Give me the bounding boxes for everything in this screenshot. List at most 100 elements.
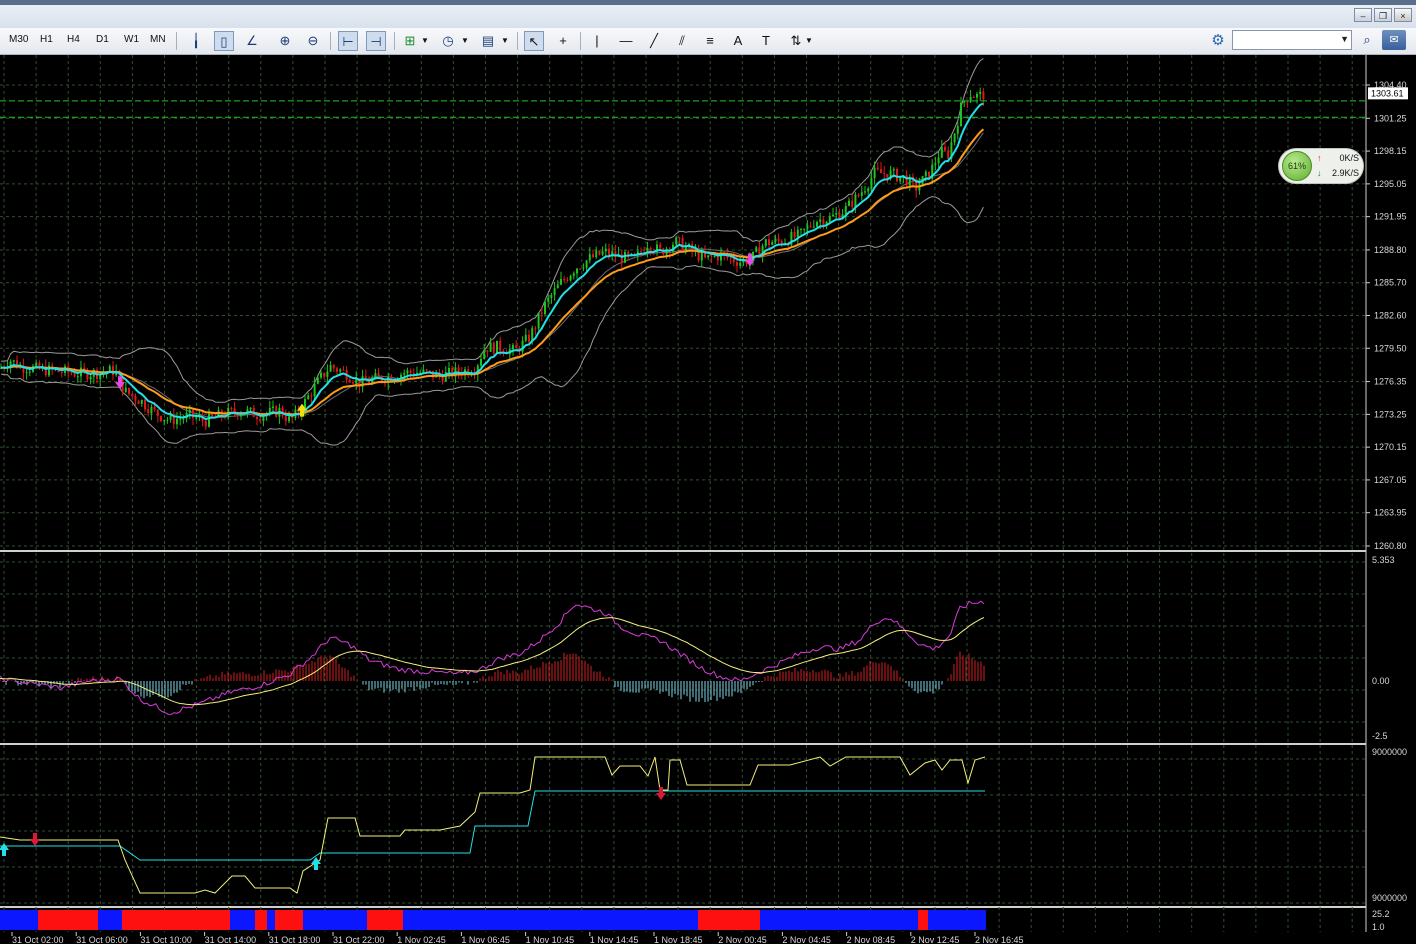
trendline-icon[interactable]: ╱ [644, 31, 664, 51]
candle-body [819, 219, 822, 222]
timeframe-mn[interactable]: MN [150, 34, 166, 45]
candle-body [588, 254, 591, 261]
zoom-out-icon[interactable]: ⊖ [303, 31, 323, 51]
candle-body [675, 237, 678, 245]
chevron-down-icon[interactable]: ▼ [804, 31, 814, 51]
chart-toolbar: M30 H1 H4 D1 W1 MN ╽ ▯ ∠ ⊕ ⊖ ⊢ ⊣ ⊞ ◷ ▤ ↖… [0, 28, 1416, 55]
crosshair-icon[interactable]: + [553, 31, 573, 51]
candle-body [880, 169, 882, 174]
restore-button[interactable]: ❐ [1374, 8, 1392, 22]
periods-icon[interactable]: ◷ [438, 31, 458, 51]
messages-icon[interactable]: ✉ [1382, 30, 1406, 50]
time-axis-label: 1 Nov 10:45 [526, 935, 575, 944]
candle-body [809, 225, 812, 227]
candle-body [544, 301, 546, 315]
candle-body [854, 194, 857, 208]
trend-bar-segment [230, 910, 255, 930]
candle-body [851, 200, 854, 208]
window-titlebar: – ❐ × [0, 0, 1416, 29]
search-icon[interactable]: ⌕ [1356, 30, 1378, 50]
candle-body [320, 372, 322, 378]
candle-body [585, 260, 588, 268]
chart-shift-icon[interactable]: ⊣ [366, 31, 386, 51]
candle-body [512, 345, 514, 350]
candle-body [729, 257, 732, 259]
chevron-down-icon[interactable]: ▼ [1340, 34, 1349, 44]
download-speed: ↓ 2.9K/S [1317, 168, 1361, 178]
fibonacci-icon[interactable]: ≡ [700, 31, 720, 51]
cursor-icon[interactable]: ↖ [524, 31, 544, 51]
candle-body [598, 250, 601, 255]
horizontal-line-icon[interactable]: — [616, 31, 636, 51]
trend-bar-segment [38, 910, 98, 930]
candle-body [326, 371, 329, 377]
candle-body [764, 239, 767, 246]
chevron-down-icon[interactable]: ▼ [420, 31, 430, 51]
chart-canvas[interactable]: 1304.401301.251298.151295.051291.951288.… [0, 55, 1416, 944]
chevron-down-icon[interactable]: ▼ [500, 31, 510, 51]
templates-icon[interactable]: ▤ [478, 31, 498, 51]
candle-body [796, 229, 799, 238]
indicators-icon[interactable]: ⊞ [400, 31, 420, 51]
text-label-icon[interactable]: T [756, 31, 776, 51]
timeframe-m30[interactable]: M30 [9, 34, 28, 45]
time-axis-label: 2 Nov 08:45 [847, 935, 896, 944]
timeframe-w1[interactable]: W1 [124, 34, 139, 45]
vertical-line-icon[interactable]: | [587, 31, 607, 51]
candlestick-icon[interactable]: ▯ [214, 31, 234, 51]
candle-body [70, 372, 73, 374]
trend-bar-segment [255, 910, 267, 930]
candle-body [323, 372, 326, 377]
candle-body [832, 214, 834, 217]
equidistant-channel-icon[interactable]: ⫽ [672, 31, 692, 51]
autoscroll-icon[interactable]: ⊢ [338, 31, 358, 51]
candle-body [972, 96, 975, 98]
arrow-down-icon: ↓ [1317, 168, 1322, 178]
upload-speed: ↑ 0K/S [1317, 153, 1361, 163]
chevron-down-icon[interactable]: ▼ [460, 31, 470, 51]
bar-axis-label: 25.2 [1372, 909, 1390, 919]
candle-body [816, 221, 818, 227]
timeframe-h1[interactable]: H1 [40, 34, 53, 45]
line-chart-icon[interactable]: ∠ [242, 31, 262, 51]
candle-body [483, 350, 486, 359]
candle-body [892, 169, 895, 171]
price-axis-label: 1285.70 [1374, 278, 1407, 288]
candle-body [844, 205, 847, 215]
time-axis-label: 2 Nov 04:45 [782, 935, 831, 944]
candle-body [966, 101, 969, 103]
trend-bar-segment [98, 910, 122, 930]
candle-body [976, 93, 978, 98]
candle-body [659, 244, 662, 249]
price-axis-label: 1276.35 [1374, 377, 1407, 387]
candle-body [777, 238, 780, 242]
price-axis-label: 1267.05 [1374, 475, 1407, 485]
candle-body [944, 147, 946, 151]
candle-body [566, 279, 569, 281]
candle-body [700, 251, 703, 261]
gear-icon[interactable]: ⚙ [1208, 31, 1228, 51]
candle-body [604, 248, 607, 252]
time-axis-label: 31 Oct 10:00 [140, 935, 192, 944]
candle-body [528, 334, 530, 342]
minimize-button[interactable]: – [1354, 8, 1372, 22]
bar-chart-icon[interactable]: ╽ [186, 31, 206, 51]
candle-body [595, 250, 598, 258]
search-input[interactable]: ▼ [1232, 30, 1352, 50]
zoom-in-icon[interactable]: ⊕ [275, 31, 295, 51]
candle-body [195, 417, 198, 419]
candle-body [940, 147, 943, 158]
arrows-icon[interactable]: ⇅ [786, 31, 806, 51]
text-icon[interactable]: A [728, 31, 748, 51]
candle-body [883, 173, 886, 175]
candle-body [873, 167, 876, 179]
candle-body [681, 237, 684, 252]
timeframe-d1[interactable]: D1 [96, 34, 109, 45]
candle-body [710, 255, 713, 257]
candle-body [838, 213, 841, 219]
close-button[interactable]: × [1394, 8, 1412, 22]
timeframe-h4[interactable]: H4 [67, 34, 80, 45]
candle-body [112, 366, 114, 376]
candle-body [870, 178, 873, 189]
candle-body [60, 372, 63, 374]
